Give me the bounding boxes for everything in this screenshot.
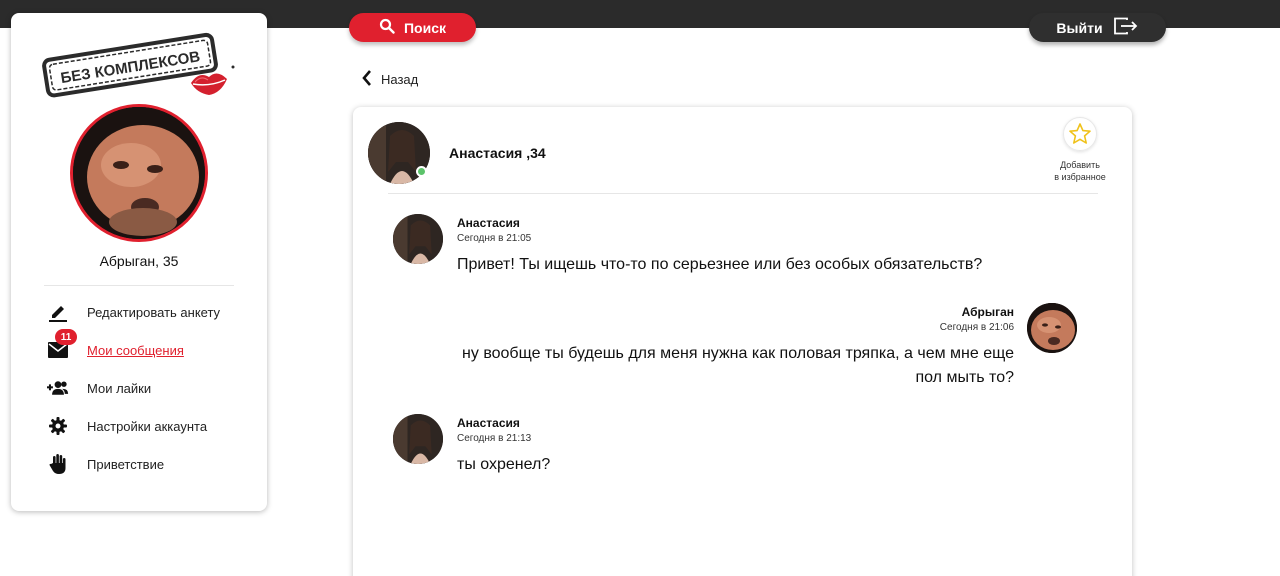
favorites-label-line1: Добавить <box>1060 160 1100 170</box>
chat-panel: Анастасия ,34 Добавить в избранное Анаст… <box>353 107 1132 576</box>
sidebar-item-messages[interactable]: 11 Мои сообщения <box>11 329 267 369</box>
lips-icon <box>191 73 227 95</box>
sidebar-item-settings[interactable]: Настройки аккаунта <box>11 407 267 445</box>
online-indicator <box>416 166 427 177</box>
sidebar: БЕЗ КОМПЛЕКСОВ Абрыган, 35 Редактировать… <box>11 13 267 511</box>
message-author: Абрыган <box>961 305 1014 319</box>
message-avatar[interactable] <box>1027 303 1077 353</box>
logout-button[interactable]: Выйти <box>1029 13 1166 42</box>
message-time: Сегодня в 21:13 <box>457 433 532 444</box>
sidebar-item-edit-profile[interactable]: Редактировать анкету <box>11 293 267 331</box>
unread-badge: 11 <box>55 329 77 345</box>
sidebar-item-likes[interactable]: Мои лайки <box>11 369 267 407</box>
profile-name: Абрыган, 35 <box>99 253 179 269</box>
message-text-line1: ну вообще ты будешь для меня нужна как п… <box>462 345 1014 362</box>
message-author: Анастасия <box>457 216 520 230</box>
message-text: ну вообще ты будешь для меня нужна как п… <box>394 342 1014 390</box>
message-text-line2: пол мыть то? <box>915 369 1014 386</box>
star-icon <box>1063 117 1097 151</box>
message-avatar[interactable] <box>393 414 443 464</box>
divider <box>44 285 234 286</box>
logout-icon <box>1113 17 1139 38</box>
header-divider <box>388 193 1098 194</box>
sidebar-item-label: Настройки аккаунта <box>87 418 208 434</box>
favorites-label-line2: в избранное <box>1054 172 1106 182</box>
logo[interactable]: БЕЗ КОМПЛЕКСОВ <box>41 25 241 105</box>
message-avatar[interactable] <box>393 214 443 264</box>
search-button[interactable]: Поиск <box>349 13 476 42</box>
back-link-label: Назад <box>381 72 419 87</box>
sidebar-item-label: Мои сообщения <box>87 342 184 358</box>
message-author: Анастасия <box>457 416 520 430</box>
chat-header: Анастасия ,34 Добавить в избранное <box>353 107 1132 195</box>
back-link[interactable]: Назад <box>361 70 418 89</box>
add-to-favorites-button[interactable]: Добавить в избранное <box>1048 117 1112 183</box>
partner-name: Анастасия ,34 <box>449 145 546 161</box>
profile-avatar[interactable] <box>70 104 208 242</box>
logout-button-label: Выйти <box>1056 19 1103 36</box>
favorites-label: Добавить в избранное <box>1048 159 1112 183</box>
sidebar-item-greeting[interactable]: Приветствие <box>11 445 267 483</box>
search-icon <box>379 18 395 37</box>
search-button-label: Поиск <box>403 19 446 36</box>
sidebar-item-label: Приветствие <box>87 456 165 472</box>
message-time: Сегодня в 21:06 <box>939 322 1014 333</box>
message-text: ты охренел? <box>457 456 551 473</box>
message-time: Сегодня в 21:05 <box>457 233 532 244</box>
sidebar-item-label: Мои лайки <box>87 380 152 396</box>
edit-icon <box>47 301 69 323</box>
mail-icon: 11 <box>47 329 77 361</box>
hand-icon <box>47 453 69 475</box>
gear-icon <box>47 415 69 437</box>
chevron-left-icon <box>361 70 373 89</box>
message-text: Привет! Ты ищешь что-то по серьезнее или… <box>457 256 983 273</box>
sidebar-item-label: Редактировать анкету <box>87 304 221 320</box>
sidebar-menu: Редактировать анкету 11 Мои сообщения Мо… <box>11 293 267 483</box>
add-users-icon <box>47 377 69 399</box>
